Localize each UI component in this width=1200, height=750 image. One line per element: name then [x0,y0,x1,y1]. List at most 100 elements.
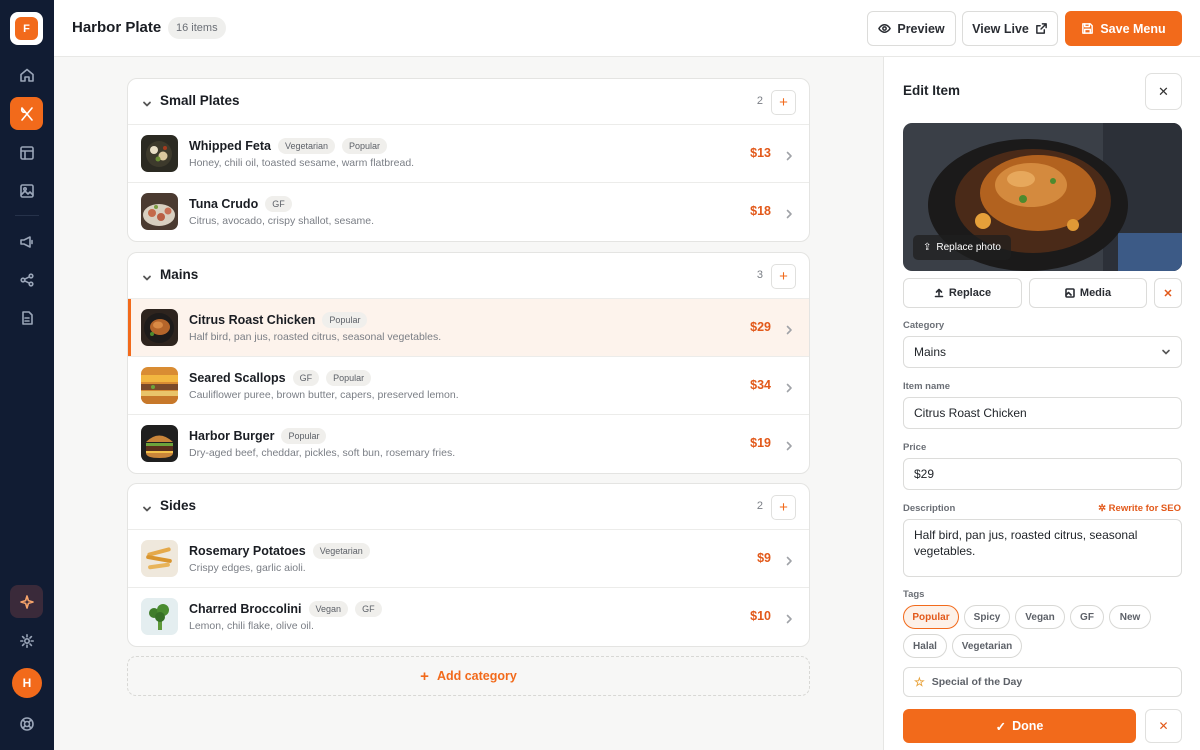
close-panel-button[interactable]: ✕ [1145,73,1182,110]
item-tag: Popular [281,428,327,444]
view-live-button[interactable]: View Live [962,11,1058,46]
chevron-right-icon [785,554,793,566]
chevron-right-icon [785,612,793,624]
special-label: Special of the Day [931,676,1023,688]
external-link-icon [1035,23,1047,34]
check-icon: ✓ [995,719,1007,734]
replace-button[interactable]: Replace [903,278,1022,308]
panel-title: Edit Item [903,83,961,98]
sidebar-item-documents[interactable] [10,301,43,334]
description-field[interactable]: Half bird, pan jus, roasted citrus, seas… [903,519,1182,577]
megaphone-icon [19,235,33,248]
item-name-line: Seared Scallops GF Popular [189,370,372,386]
item-name: Rosemary Potatoes [189,544,306,558]
tag-chip-vegetarian[interactable]: Vegetarian [952,634,1022,658]
add-item-button[interactable]: + [771,264,796,289]
sidebar-item-layout[interactable] [10,136,43,169]
item-photo: ⇪ Replace photo [903,123,1182,271]
tag-chip-gf[interactable]: GF [1070,605,1104,629]
close-icon: ✕ [1163,287,1173,300]
description-label: Description [903,503,956,514]
item-price: $18 [750,204,771,218]
item-name: Citrus Roast Chicken [189,313,316,327]
save-menu-button[interactable]: Save Menu [1065,11,1182,46]
top-bar: Harbor Plate 16 items Preview View Live … [54,0,1200,57]
add-item-button[interactable]: + [771,90,796,115]
item-name: Tuna Crudo [189,197,259,211]
category-label: Category [903,320,945,331]
add-item-button[interactable]: + [771,495,796,520]
sidebar-item-marketing[interactable] [10,225,43,258]
chevron-down-icon[interactable] [142,271,152,281]
sidebar-item-ai[interactable] [10,585,43,618]
menu-item-row[interactable]: Tuna Crudo GF Citrus, avocado, crispy sha… [128,183,809,241]
category-header[interactable]: Sides 2 + [128,484,809,530]
tag-chip-spicy[interactable]: Spicy [964,605,1010,629]
category-header[interactable]: Mains 3 + [128,253,809,299]
category-sides: Sides 2 + Rosemary Potatoes Vegetarian Cr… [127,483,810,647]
item-tag: GF [355,601,382,617]
item-price: $29 [750,320,771,334]
item-description: Honey, chili oil, toasted sesame, warm f… [189,157,415,169]
tag-chip-halal[interactable]: Halal [903,634,947,658]
item-name-line: Whipped Feta Vegetarian Popular [189,138,388,154]
share-icon [19,272,34,287]
sidebar-item-help[interactable] [10,707,43,740]
rewrite-seo-button[interactable]: ✲ Rewrite for SEO [1098,503,1181,514]
item-name-line: Citrus Roast Chicken Popular [189,312,368,328]
done-button[interactable]: ✓ Done [903,709,1136,743]
item-name-field[interactable]: Citrus Roast Chicken [903,397,1182,429]
menu-item-row[interactable]: Harbor Burger Popular Dry-aged beef, ched… [128,415,809,473]
item-tag: Vegan [308,601,349,617]
item-thumbnail [141,540,178,577]
preview-button[interactable]: Preview [867,11,956,46]
utensils-icon [20,106,33,121]
price-label: Price [903,442,927,453]
item-name: Harbor Burger [189,429,275,443]
category-title: Small Plates [160,93,240,108]
menu-item-row[interactable]: Seared Scallops GF Popular Cauliflower pur… [128,357,809,415]
sidebar-item-media[interactable] [10,174,43,207]
save-menu-label: Save Menu [1100,21,1166,36]
item-thumbnail [141,425,178,462]
remove-photo-button[interactable]: ✕ [1154,278,1182,308]
sidebar-item-settings[interactable] [10,624,43,657]
chevron-right-icon [785,149,793,161]
preview-label: Preview [897,21,945,36]
category-small-plates: Small Plates 2 + Whipped Feta Vegetarian P… [127,78,810,242]
tag-chip-popular[interactable]: Popular [903,605,959,629]
upload-icon [934,288,944,298]
item-description: Half bird, pan jus, roasted citrus, seas… [189,331,442,343]
media-button[interactable]: Media [1029,278,1147,308]
save-icon [1082,23,1094,34]
item-thumbnail [141,193,178,230]
menu-item-row-selected[interactable]: Citrus Roast Chicken Popular Half bird, p… [128,299,809,357]
app-logo[interactable]: F [10,12,43,45]
sidebar-item-home[interactable] [10,58,43,91]
discard-button[interactable]: ✕ [1145,709,1182,743]
chevron-down-icon[interactable] [142,97,152,107]
category-count: 3 [756,269,763,281]
item-count-badge: 16 items [168,17,226,39]
menu-item-row[interactable]: Whipped Feta Vegetarian Popular Honey, chi… [128,125,809,183]
tag-chip-vegan[interactable]: Vegan [1015,605,1065,629]
item-tag: Vegetarian [277,138,335,154]
price-field[interactable]: $29 [903,458,1182,490]
sidebar-item-share[interactable] [10,263,43,296]
chevron-down-icon[interactable] [142,502,152,512]
sparkle-icon [19,594,34,609]
sidebar-item-menu[interactable] [10,97,43,130]
category-title: Sides [160,498,197,513]
menu-item-row[interactable]: Charred Broccolini Vegan GF Lemon, chili f… [128,588,809,646]
replace-photo-button[interactable]: ⇪ Replace photo [913,235,1011,260]
menu-item-row[interactable]: Rosemary Potatoes Vegetarian Crispy edges… [128,530,809,588]
category-select[interactable]: Mains [903,336,1182,368]
avatar[interactable]: H [12,668,42,698]
close-icon: ✕ [1158,83,1169,99]
category-header[interactable]: Small Plates 2 + [128,79,809,125]
tag-chip-new[interactable]: New [1109,605,1151,629]
item-price: $9 [757,551,771,565]
item-description: Lemon, chili flake, olive oil. [189,620,314,632]
special-of-the-day-toggle[interactable]: ☆ Special of the Day [903,667,1182,697]
add-category-button[interactable]: + Add category [127,656,810,696]
